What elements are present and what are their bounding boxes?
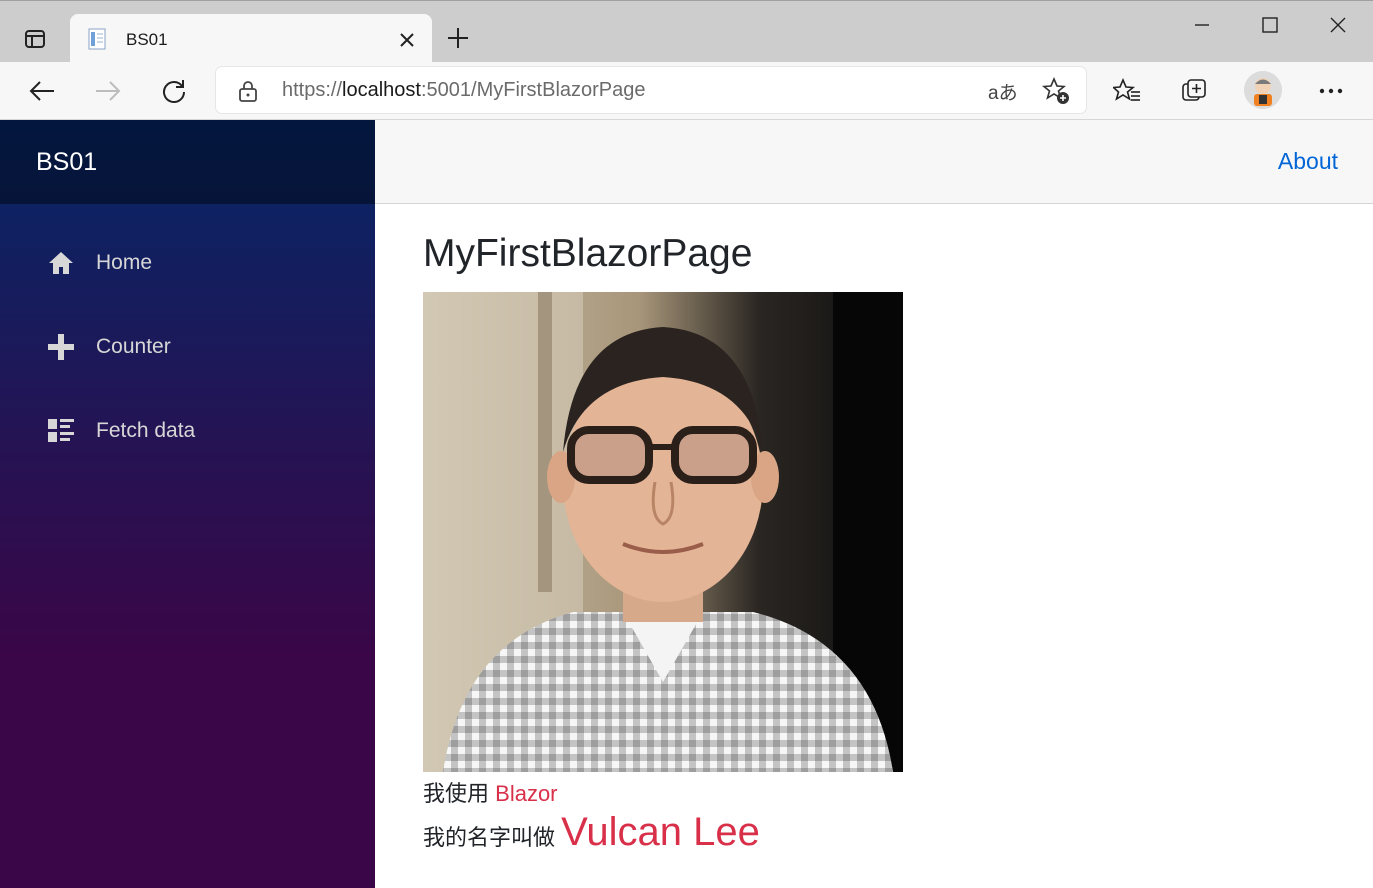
about-link[interactable]: About [1278, 148, 1338, 175]
back-button[interactable] [22, 72, 62, 110]
settings-more-button[interactable] [1314, 74, 1348, 108]
close-icon [1330, 17, 1346, 33]
browser-tab-active[interactable]: BS01 [70, 14, 432, 64]
profile-avatar[interactable] [1244, 71, 1282, 109]
tab-actions-icon [25, 30, 45, 48]
sidebar: BS01 Home Counter Fetch data [0, 120, 375, 888]
blazor-line: 我使用 Blazor [423, 776, 558, 808]
arrow-left-icon [29, 81, 54, 101]
line2-prefix: 我的名字叫做 [423, 825, 556, 850]
home-icon [47, 249, 75, 277]
close-icon [400, 33, 414, 47]
close-tab-button[interactable] [394, 27, 420, 53]
tab-title: BS01 [126, 30, 168, 49]
arrow-right-icon [96, 81, 121, 101]
nav-item-home[interactable]: Home [0, 231, 375, 295]
refresh-button[interactable] [154, 72, 194, 110]
maximize-button[interactable] [1240, 5, 1300, 45]
more-icon [1319, 88, 1343, 94]
brand-title[interactable]: BS01 [36, 148, 97, 177]
forward-button[interactable] [88, 72, 128, 110]
blazor-highlight: Blazor [495, 781, 558, 806]
page-title: MyFirstBlazorPage [423, 232, 753, 275]
plus-icon [448, 28, 468, 48]
nav-item-label: Fetch data [96, 419, 196, 442]
list-rich-icon [47, 417, 75, 445]
plus-icon [47, 333, 75, 361]
refresh-icon [163, 80, 185, 103]
lock-icon [239, 81, 257, 102]
browser-toolbar: https://localhost:5001/MyFirstBlazorPage… [0, 62, 1373, 120]
line1-prefix: 我使用 [423, 781, 490, 806]
name-line: 我的名字叫做 Vulcan Lee [423, 810, 760, 855]
favorites-icon [1113, 78, 1140, 101]
avatar-icon [1244, 71, 1282, 109]
address-bar[interactable]: https://localhost:5001/MyFirstBlazorPage… [216, 67, 1086, 113]
document-icon [88, 28, 106, 50]
tab-actions-button[interactable] [14, 19, 56, 59]
brand-bar: BS01 [0, 120, 375, 204]
close-window-button[interactable] [1308, 5, 1368, 45]
nav-item-label: Counter [96, 335, 171, 358]
favorites-button[interactable] [1110, 74, 1144, 108]
nav-item-label: Home [96, 251, 153, 274]
nav-item-fetch-data[interactable]: Fetch data [0, 399, 375, 463]
collections-icon [1182, 79, 1206, 101]
top-row: About [375, 120, 1373, 204]
url-scheme: https:// [282, 79, 343, 101]
url-text[interactable]: https://localhost:5001/MyFirstBlazorPage [282, 79, 646, 102]
main-content: MyFirstBlazorPage 我使用 Blazor 我的名字叫做 Vulc… [375, 204, 1373, 888]
new-tab-button[interactable] [442, 22, 474, 54]
url-path: :5001/MyFirstBlazorPage [420, 79, 646, 101]
minimize-icon [1195, 24, 1209, 26]
minimize-button[interactable] [1172, 5, 1232, 45]
name-highlight: Vulcan Lee [561, 810, 760, 854]
nav-item-counter[interactable]: Counter [0, 315, 375, 379]
url-host: localhost [342, 79, 421, 101]
profile-photo [423, 292, 903, 772]
read-aloud-button[interactable]: aあ [988, 78, 1018, 105]
add-favorite-icon[interactable] [1042, 77, 1070, 105]
collections-button[interactable] [1177, 74, 1211, 108]
maximize-icon [1262, 17, 1278, 33]
browser-tab-strip: BS01 [0, 0, 1373, 64]
